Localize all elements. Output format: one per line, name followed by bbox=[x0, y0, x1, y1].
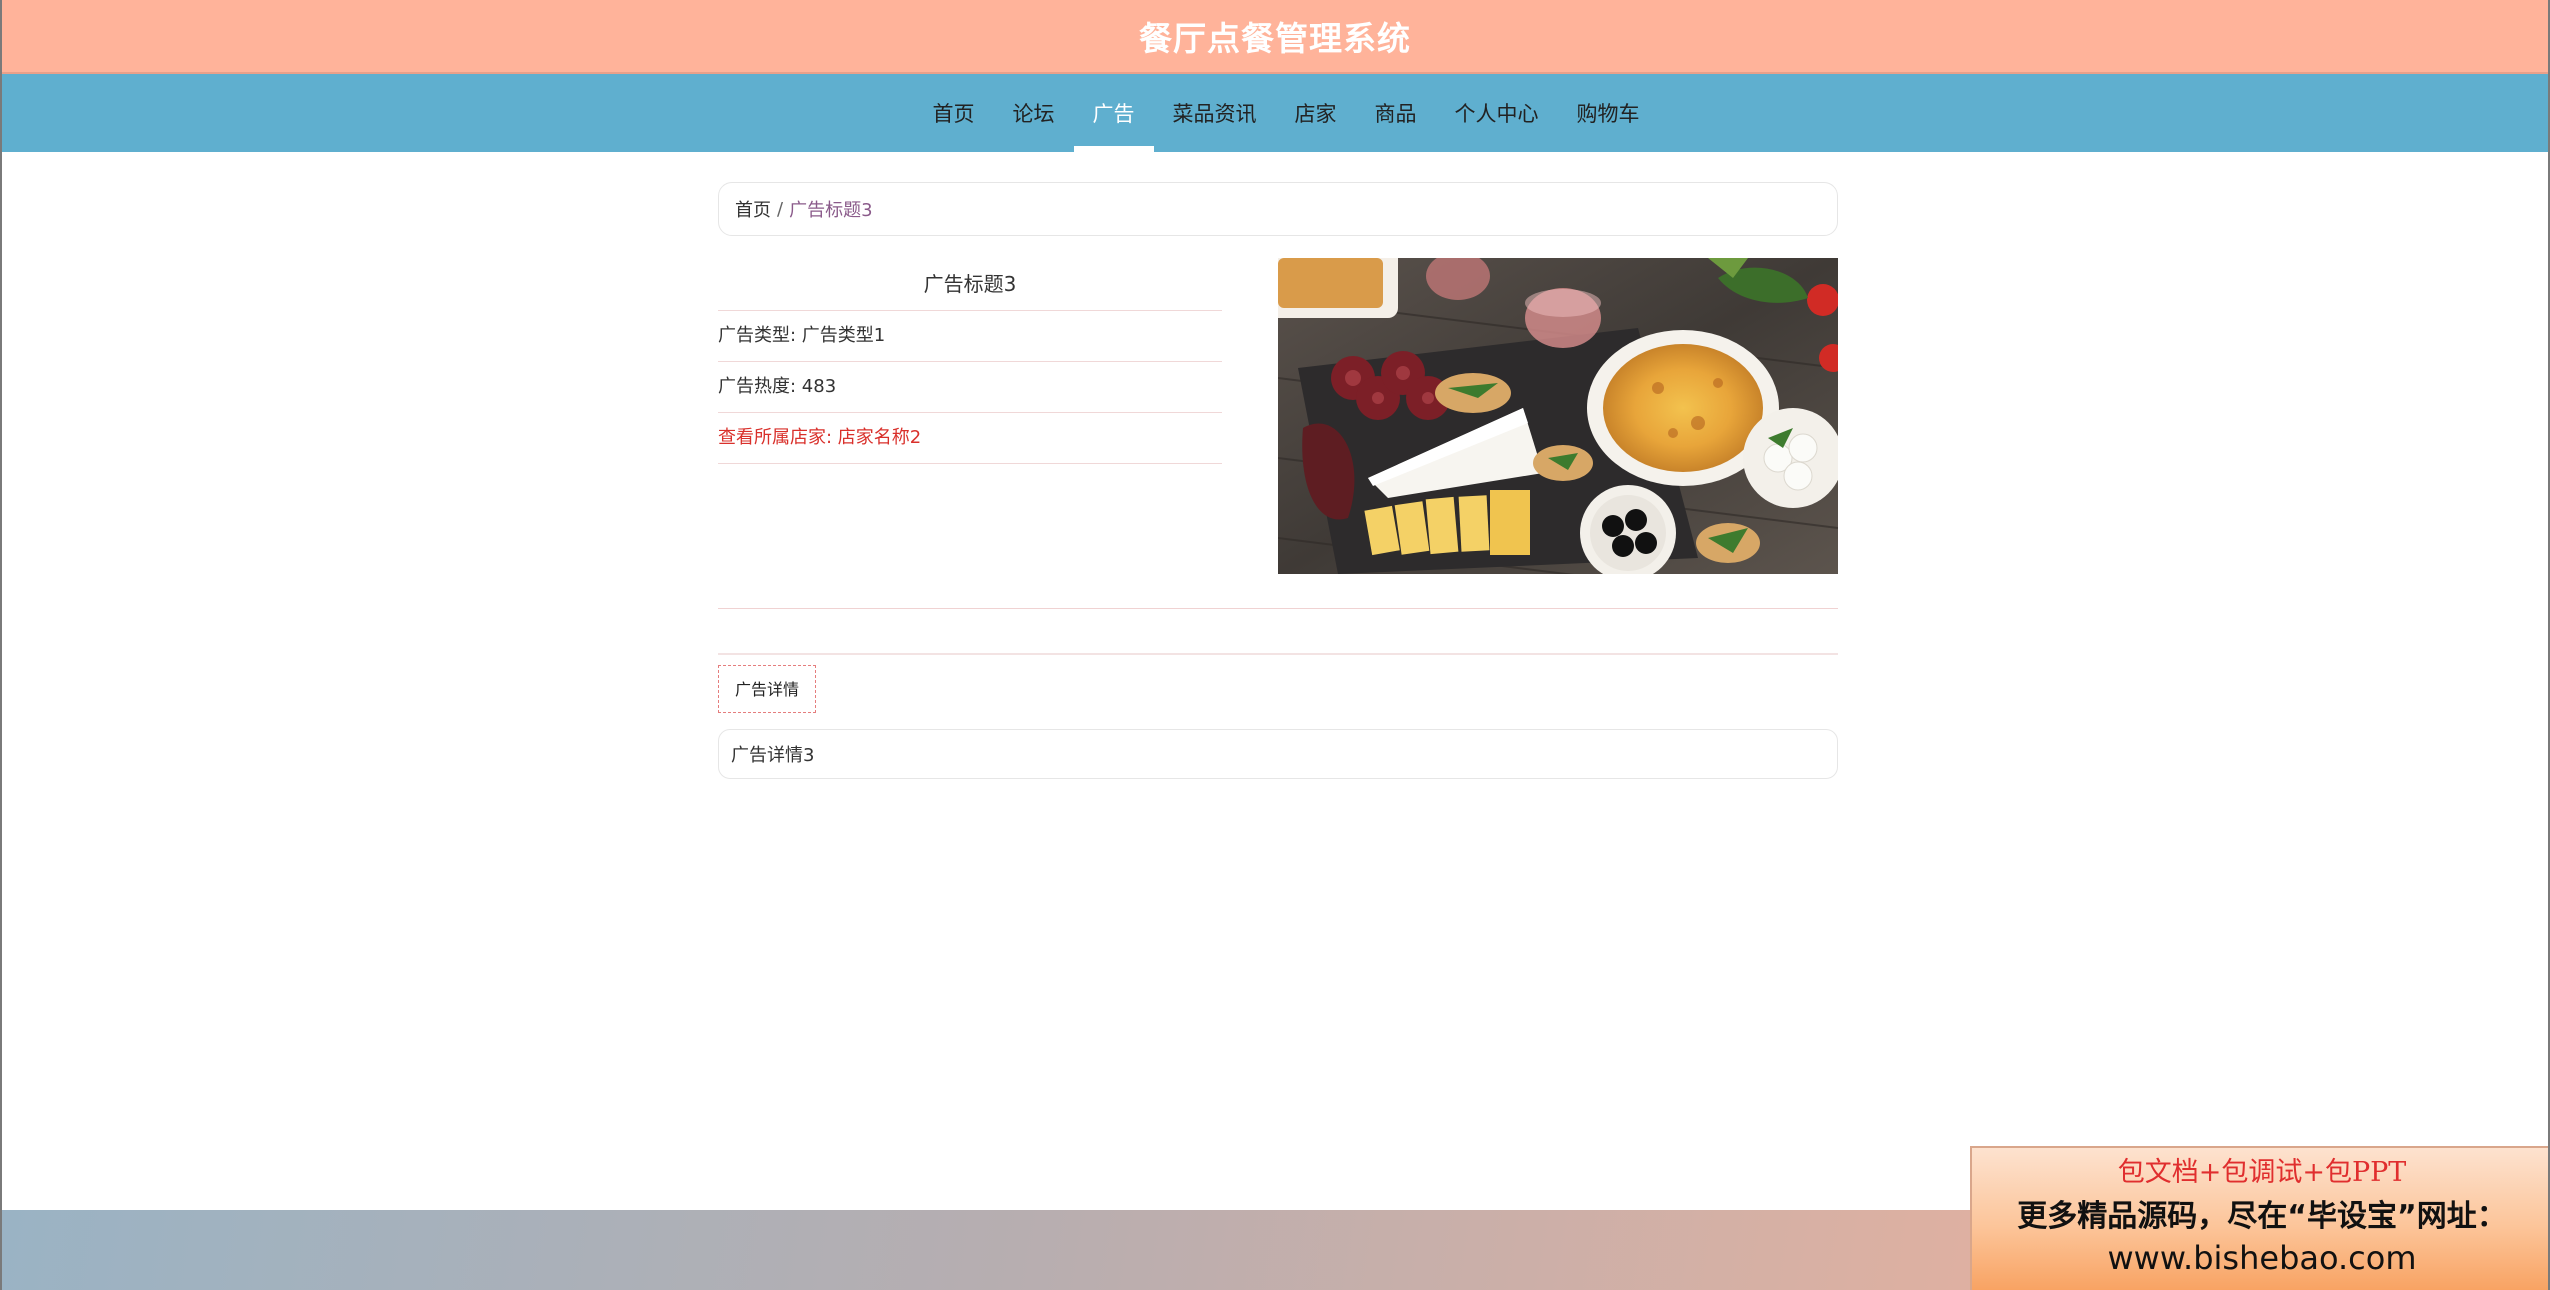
nav-item-shops[interactable]: 店家 bbox=[1276, 74, 1356, 152]
nav-item-forum[interactable]: 论坛 bbox=[994, 74, 1074, 152]
breadcrumb-home-link[interactable]: 首页 bbox=[735, 196, 771, 222]
page: 餐厅点餐管理系统 首页 论坛 广告 菜品资讯 店家 商品 个人中心 购物车 首页… bbox=[0, 0, 2550, 1290]
nav-list: 首页 论坛 广告 菜品资讯 店家 商品 个人中心 购物车 bbox=[914, 74, 1659, 152]
breadcrumb: 首页 / 广告标题3 bbox=[718, 182, 1838, 236]
breadcrumb-separator: / bbox=[777, 198, 784, 220]
section-divider bbox=[718, 608, 1838, 609]
ad-type-row: 广告类型: 广告类型1 bbox=[718, 311, 1222, 362]
main-nav: 首页 论坛 广告 菜品资讯 店家 商品 个人中心 购物车 bbox=[2, 74, 2548, 152]
ad-info-panel: 广告标题3 广告类型: 广告类型1 广告热度: 483 查看所属店家: 店家名称… bbox=[718, 258, 1222, 464]
ad-detail: 广告标题3 广告类型: 广告类型1 广告热度: 483 查看所属店家: 店家名称… bbox=[718, 258, 1838, 574]
ad-image bbox=[1278, 258, 1838, 574]
nav-item-home[interactable]: 首页 bbox=[914, 74, 994, 152]
ad-heat-row: 广告热度: 483 bbox=[718, 362, 1222, 413]
tab-bar-divider bbox=[718, 653, 1838, 655]
banner-line2: 更多精品源码，尽在“毕设宝”网址： bbox=[2017, 1199, 2507, 1234]
tab-ad-details[interactable]: 广告详情 bbox=[718, 665, 817, 713]
nav-item-ads[interactable]: 广告 bbox=[1073, 74, 1154, 152]
top-header: 餐厅点餐管理系统 bbox=[2, 0, 2548, 74]
site-title: 餐厅点餐管理系统 bbox=[1139, 19, 1411, 58]
nav-item-dish-news[interactable]: 菜品资讯 bbox=[1154, 74, 1276, 152]
breadcrumb-current: 广告标题3 bbox=[789, 200, 873, 221]
nav-item-cart[interactable]: 购物车 bbox=[1558, 74, 1659, 152]
nav-item-products[interactable]: 商品 bbox=[1356, 74, 1436, 152]
ad-detail-content: 广告详情3 bbox=[718, 729, 1838, 779]
content-container: 首页 / 广告标题3 广告标题3 广告类型: 广告类型1 广告热度: 483 查… bbox=[718, 182, 1838, 779]
banner-line3: www.bishebao.com bbox=[2107, 1239, 2417, 1277]
promo-banner: 包文档+包调试+包PPT 更多精品源码，尽在“毕设宝”网址： www.bishe… bbox=[1970, 1146, 2548, 1290]
view-shop-link[interactable]: 查看所属店家: 店家名称2 bbox=[718, 413, 1222, 464]
nav-item-profile[interactable]: 个人中心 bbox=[1436, 74, 1558, 152]
ad-title: 广告标题3 bbox=[718, 258, 1222, 311]
banner-line1: 包文档+包调试+包PPT bbox=[2117, 1157, 2407, 1188]
food-platter-image bbox=[1278, 258, 1838, 574]
